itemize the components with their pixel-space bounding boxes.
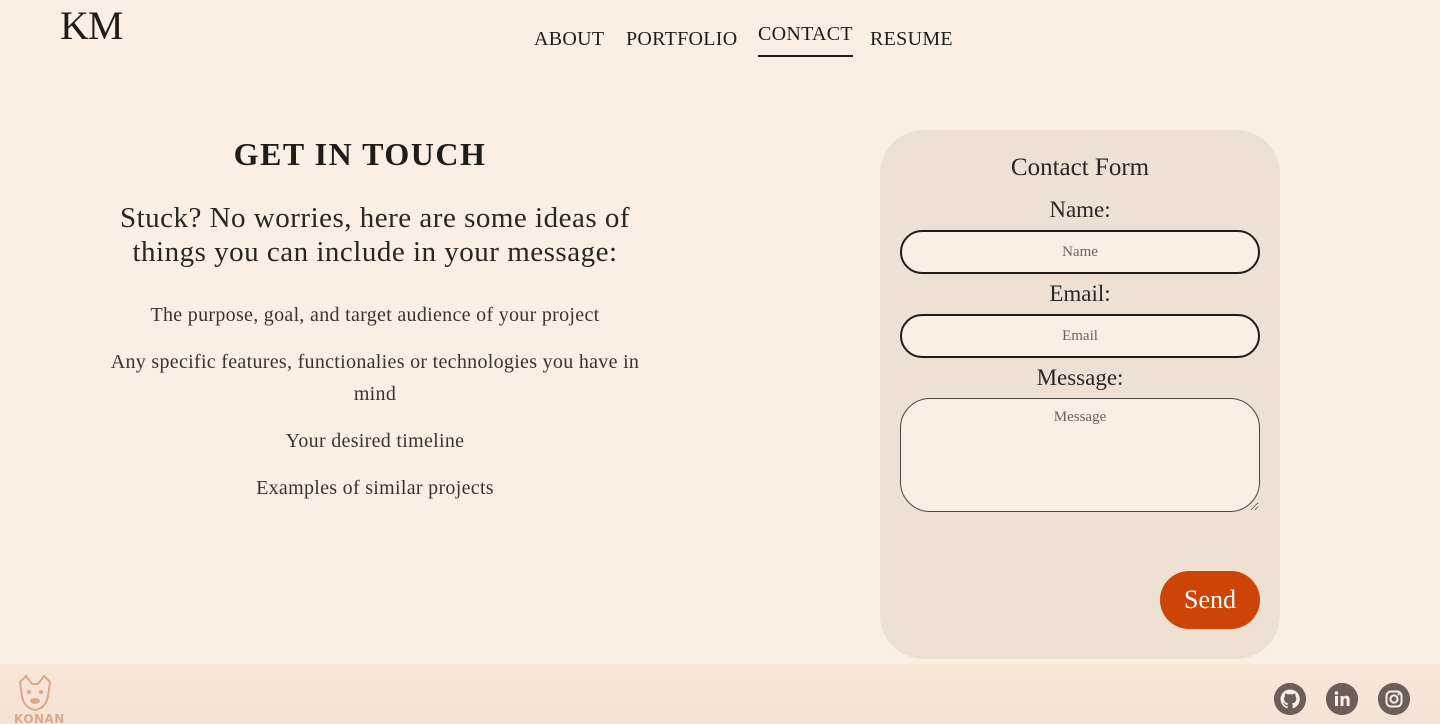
nav-portfolio[interactable]: PORTFOLIO [626,28,738,51]
email-input[interactable] [900,314,1260,358]
email-label: Email: [1049,281,1111,306]
instagram-icon[interactable] [1378,683,1410,715]
dog-icon [18,674,52,712]
brand-logo: KONAN [12,674,65,724]
contact-form: Contact Form Name: Email: Message: Send [880,130,1280,659]
nav-about[interactable]: ABOUT [534,28,604,51]
github-icon[interactable] [1274,683,1306,715]
name-input[interactable] [900,230,1260,274]
linkedin-icon[interactable] [1326,683,1358,715]
list-item: Your desired timeline [285,430,465,452]
send-button[interactable]: Send [1160,571,1260,629]
nav-resume[interactable]: RESUME [870,28,953,51]
name-label: Name: [1049,197,1111,222]
footer: KONAN [0,664,1440,724]
contact-intro: GET IN TOUCH Stuck? No worries, here are… [100,136,650,519]
page-title: GET IN TOUCH [233,136,487,172]
ideas-list: The purpose, goal, and target audience o… [100,299,650,504]
intro-subtitle: Stuck? No worries, here are some ideas o… [119,202,631,268]
message-input[interactable] [900,398,1260,512]
form-title: Contact Form [1010,154,1150,181]
brand-text: KONAN [14,712,65,724]
main-nav: ABOUT PORTFOLIO CONTACT RESUME [0,22,1440,62]
nav-contact[interactable]: CONTACT [758,23,853,57]
list-item: The purpose, goal, and target audience o… [150,304,600,326]
list-item: Any specific features, functionalies or … [110,351,640,405]
list-item: Examples of similar projects [256,477,494,499]
message-label: Message: [1036,365,1124,390]
